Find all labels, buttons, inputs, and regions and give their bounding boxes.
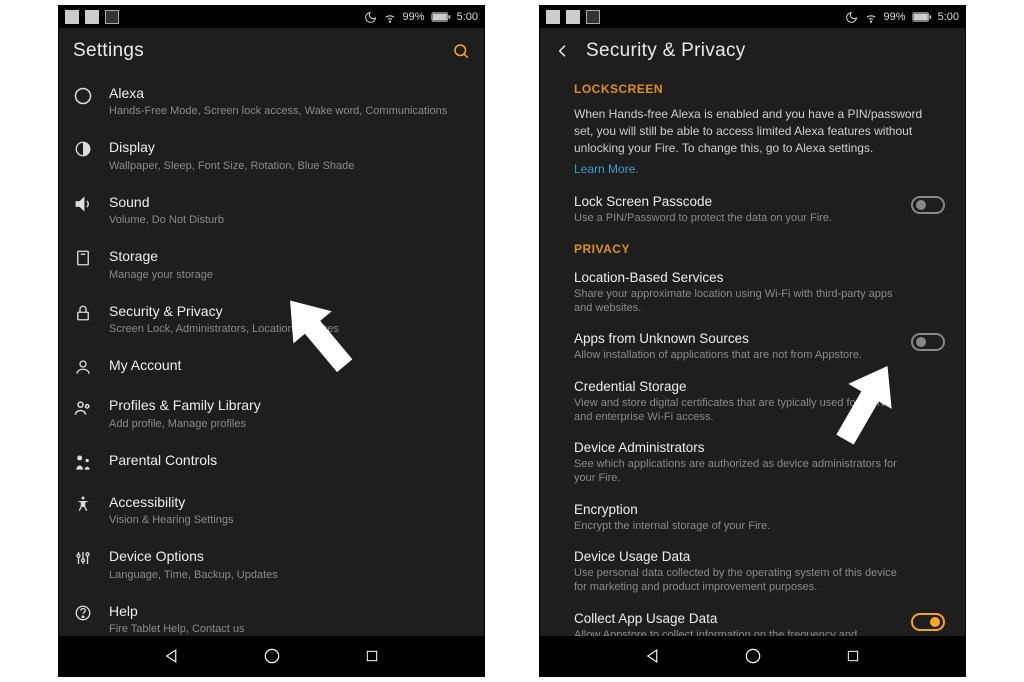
screenshot-icon	[65, 10, 79, 24]
clock-time: 5:00	[938, 11, 959, 23]
setting-title: Device Usage Data	[574, 549, 947, 564]
item-title: Display	[109, 138, 468, 156]
item-sub: Fire Tablet Help, Contact us	[109, 622, 468, 636]
item-title: Parental Controls	[109, 451, 468, 469]
item-sub: Volume, Do Not Disturb	[109, 213, 468, 227]
location-services-row[interactable]: Location-Based Services Share your appro…	[540, 262, 961, 324]
battery-percent: 99%	[884, 11, 906, 23]
nav-home-button[interactable]	[743, 646, 763, 666]
lockscreen-header: LOCKSCREEN	[540, 74, 961, 102]
setting-sub: Use a PIN/Password to protect the data o…	[574, 211, 947, 225]
moon-icon	[364, 11, 377, 24]
item-title: Device Options	[109, 547, 468, 565]
screenshot-icon	[546, 10, 560, 24]
amazon-appstore-icon	[566, 10, 580, 24]
setting-title: Location-Based Services	[574, 270, 947, 285]
item-sub: Add profile, Manage profiles	[109, 417, 468, 431]
setting-sub: Share your approximate location using Wi…	[574, 287, 947, 316]
settings-item-parental[interactable]: Parental Controls	[59, 441, 480, 483]
settings-item-help[interactable]: Help Fire Tablet Help, Contact us	[59, 592, 480, 636]
setting-sub: Use personal data collected by the opera…	[574, 566, 947, 595]
item-title: Help	[109, 602, 468, 620]
lockscreen-info: When Hands-free Alexa is enabled and you…	[540, 102, 961, 160]
encryption-row[interactable]: Encryption Encrypt the internal storage …	[540, 494, 961, 541]
setting-title: Lock Screen Passcode	[574, 194, 947, 209]
storage-icon	[71, 247, 95, 267]
device-usage-row[interactable]: Device Usage Data Use personal data coll…	[540, 541, 961, 603]
accessibility-icon	[71, 493, 95, 513]
page-title: Security & Privacy	[586, 40, 746, 62]
moon-icon	[845, 11, 858, 24]
parental-icon	[71, 451, 95, 473]
security-privacy-screen: 99% 5:00 Security & Privacy LOCKSCREEN W…	[539, 5, 966, 677]
wifi-icon	[864, 10, 878, 24]
display-icon	[71, 138, 95, 158]
lock-passcode-row[interactable]: Lock Screen Passcode Use a PIN/Password …	[540, 186, 961, 233]
nav-back-button[interactable]	[643, 646, 663, 666]
nav-recents-button[interactable]	[843, 646, 863, 666]
nav-recents-button[interactable]	[362, 646, 382, 666]
item-title: Alexa	[109, 84, 468, 102]
clock-time: 5:00	[457, 11, 478, 23]
lock-icon	[71, 302, 95, 322]
nav-home-button[interactable]	[262, 646, 282, 666]
alexa-icon	[71, 84, 95, 106]
settings-header: Settings	[59, 28, 484, 74]
setting-title: Encryption	[574, 502, 947, 517]
setting-sub: Allow Appstore to collect information on…	[574, 628, 947, 636]
lock-passcode-toggle[interactable]	[911, 196, 945, 214]
status-bar: 99% 5:00	[540, 6, 965, 28]
item-title: Storage	[109, 247, 468, 265]
collect-app-usage-row[interactable]: Collect App Usage Data Allow Appstore to…	[540, 603, 961, 636]
nav-bar	[540, 636, 965, 676]
item-title: Profiles & Family Library	[109, 396, 468, 414]
item-title: Accessibility	[109, 493, 468, 511]
settings-item-display[interactable]: Display Wallpaper, Sleep, Font Size, Rota…	[59, 128, 480, 182]
battery-percent: 99%	[403, 11, 425, 23]
back-button[interactable]	[554, 42, 572, 60]
setting-title: Apps from Unknown Sources	[574, 331, 947, 346]
wifi-icon	[383, 10, 397, 24]
settings-item-sound[interactable]: Sound Volume, Do Not Disturb	[59, 183, 480, 237]
battery-icon	[431, 11, 451, 23]
item-sub: Hands-Free Mode, Screen lock access, Wak…	[109, 104, 468, 118]
learn-more-link[interactable]: Learn More.	[540, 160, 961, 186]
settings-item-profiles[interactable]: Profiles & Family Library Add profile, Ma…	[59, 386, 480, 440]
privacy-header: PRIVACY	[540, 234, 961, 262]
search-icon[interactable]	[452, 42, 470, 60]
help-icon	[71, 602, 95, 622]
settings-item-alexa[interactable]: Alexa Hands-Free Mode, Screen lock access…	[59, 74, 480, 128]
sound-icon	[71, 193, 95, 213]
nav-bar	[59, 636, 484, 676]
collect-app-usage-toggle[interactable]	[911, 613, 945, 631]
page-title: Settings	[73, 40, 144, 62]
item-sub: Language, Time, Backup, Updates	[109, 568, 468, 582]
family-icon	[71, 396, 95, 418]
item-sub: Wallpaper, Sleep, Font Size, Rotation, B…	[109, 159, 468, 173]
setting-sub: Encrypt the internal storage of your Fir…	[574, 519, 947, 533]
settings-item-accessibility[interactable]: Accessibility Vision & Hearing Settings	[59, 483, 480, 537]
setting-title: Collect App Usage Data	[574, 611, 947, 626]
battery-icon	[912, 11, 932, 23]
security-header: Security & Privacy	[540, 28, 965, 74]
setting-sub: See which applications are authorized as…	[574, 457, 947, 486]
nav-back-button[interactable]	[162, 646, 182, 666]
amazon-appstore-icon	[85, 10, 99, 24]
settings-item-device-options[interactable]: Device Options Language, Time, Backup, Up…	[59, 537, 480, 591]
sliders-icon	[71, 547, 95, 567]
item-sub: Vision & Hearing Settings	[109, 513, 468, 527]
user-icon	[586, 10, 600, 24]
user-icon	[71, 356, 95, 376]
unknown-sources-toggle[interactable]	[911, 333, 945, 351]
status-bar: 99% 5:00	[59, 6, 484, 28]
item-title: Sound	[109, 193, 468, 211]
user-icon	[105, 10, 119, 24]
